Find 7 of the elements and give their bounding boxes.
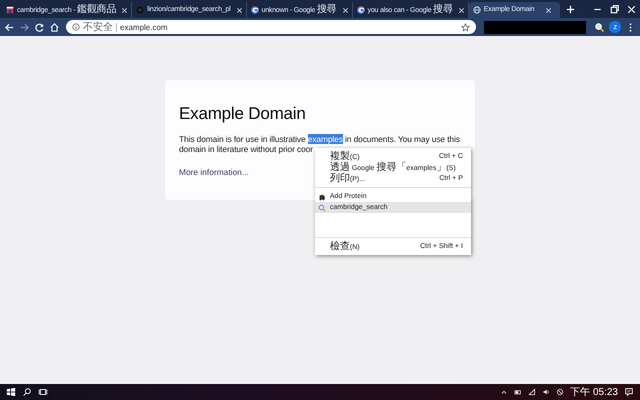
security-label: 不安全 xyxy=(83,20,113,34)
more-information-link[interactable]: More information... xyxy=(179,167,249,177)
page-heading: Example Domain xyxy=(179,104,307,124)
url-text: example.com xyxy=(120,22,168,32)
selection-highlight: examples xyxy=(308,134,343,144)
address-bar[interactable]: 不安全 example.com xyxy=(66,20,476,34)
taskbar-clock[interactable]: 下午 05:23 xyxy=(570,385,618,399)
